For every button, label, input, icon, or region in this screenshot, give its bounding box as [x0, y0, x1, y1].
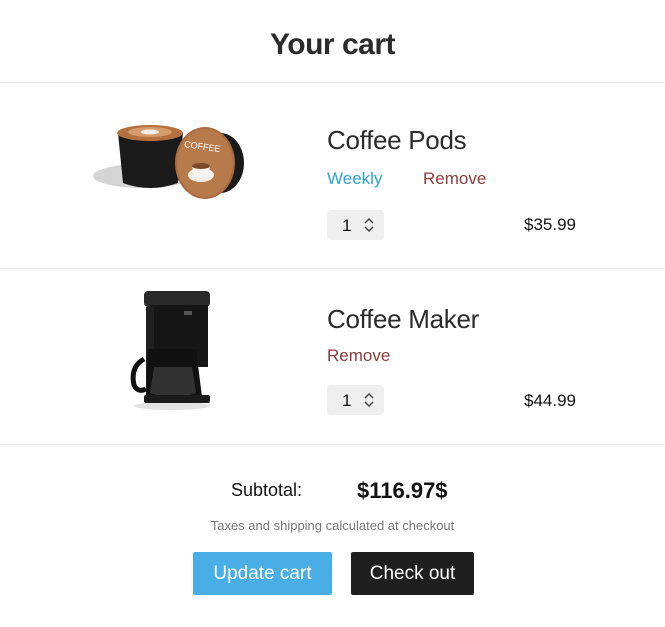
quantity-stepper[interactable]: 1: [327, 385, 384, 415]
stepper-arrows-icon[interactable]: [363, 391, 375, 409]
coffee-pods-image: COFFEE: [93, 125, 244, 199]
remove-link[interactable]: Remove: [327, 346, 390, 366]
quantity-value[interactable]: 1: [342, 216, 351, 236]
subtotal-label: Subtotal:: [231, 480, 303, 500]
cart-item-coffee-pods: COFFEE Coffee Pods Weekly Remove 1 $35.9…: [0, 83, 665, 268]
cart-item-coffee-maker: Coffee Maker Remove 1 $44.99: [0, 269, 665, 444]
divider: [0, 444, 665, 445]
page-title: Your cart: [270, 28, 395, 61]
remove-link[interactable]: Remove: [423, 169, 486, 189]
stepper-arrows-icon[interactable]: [363, 216, 375, 234]
item-name[interactable]: Coffee Maker: [327, 304, 479, 335]
frequency-link[interactable]: Weekly: [327, 169, 382, 189]
quantity-value[interactable]: 1: [342, 391, 351, 411]
coffee-maker-image: [130, 291, 210, 410]
quantity-stepper[interactable]: 1: [327, 210, 384, 240]
subtotal-value: $116.97$: [357, 478, 448, 503]
item-price: $44.99: [524, 391, 576, 410]
update-cart-button[interactable]: Update cart: [193, 552, 332, 595]
item-price: $35.99: [524, 215, 576, 234]
item-name[interactable]: Coffee Pods: [327, 125, 467, 156]
checkout-note: Taxes and shipping calculated at checkou…: [210, 518, 455, 533]
checkout-button[interactable]: Check out: [351, 552, 474, 595]
